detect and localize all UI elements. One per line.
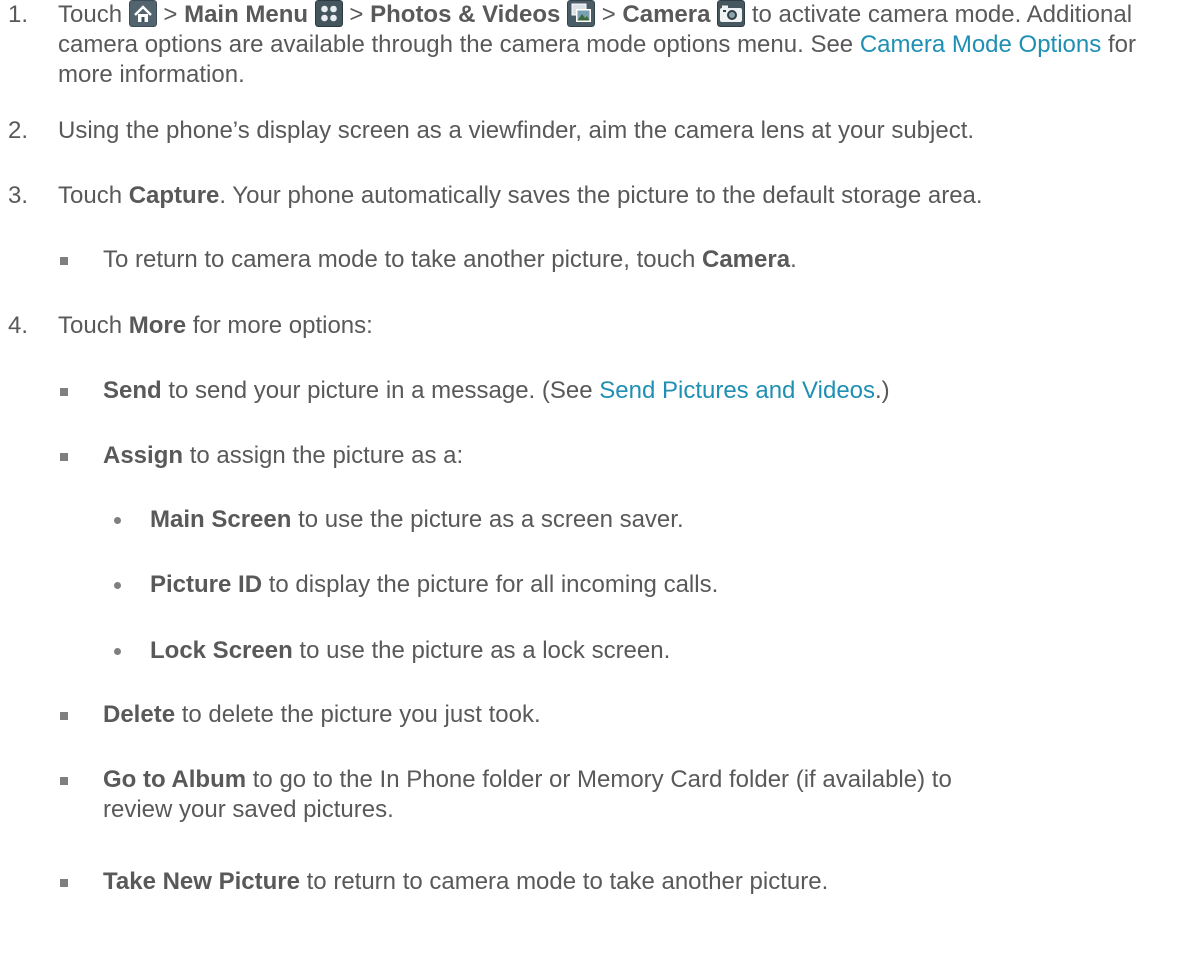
- step-text: Touch More for more options:: [58, 312, 373, 339]
- bullet-text: Main Screen to use the picture as a scre…: [150, 506, 684, 533]
- capture-label: Capture: [128, 182, 220, 209]
- step-text: Touch Capture. Your phone automatically …: [58, 182, 983, 209]
- step-number: 4.: [8, 312, 29, 339]
- main-menu-icon[interactable]: [314, 0, 343, 27]
- step-number: 2.: [8, 117, 29, 144]
- step-text: Using the phone’s display screen as a vi…: [58, 117, 975, 144]
- step-text: Touch > Main Menu > Photos & Videos > Ca…: [58, 0, 1136, 88]
- main-menu-label: Main Menu: [184, 1, 309, 28]
- camera-icon[interactable]: [717, 0, 746, 27]
- bullet-text: Go to Album to go to the In Phone folder…: [103, 766, 952, 823]
- home-icon[interactable]: [128, 0, 157, 27]
- more-label: More: [128, 312, 187, 339]
- bullet-dot: [114, 517, 121, 524]
- bullet-dot: [114, 582, 121, 589]
- camera-label: Camera: [622, 1, 711, 28]
- bullet-text: Picture ID to display the picture for al…: [150, 571, 719, 598]
- bullet-text: Assign to assign the picture as a:: [103, 442, 464, 469]
- bullet-text: To return to camera mode to take another…: [103, 246, 797, 273]
- bullet-square: [60, 777, 68, 785]
- camera-mode-options-link[interactable]: Camera Mode Options: [860, 31, 1101, 58]
- photos-videos-label: Photos & Videos: [370, 1, 561, 28]
- bullet-text: Lock Screen to use the picture as a lock…: [150, 637, 671, 664]
- bullet-square: [60, 879, 68, 887]
- photos-videos-icon[interactable]: [567, 0, 596, 27]
- bullet-dot: [114, 648, 121, 655]
- bullet-text: Send to send your picture in a message. …: [103, 377, 890, 404]
- bullet-text: Delete to delete the picture you just to…: [103, 701, 541, 728]
- step-number: 1.: [8, 1, 29, 28]
- bullet-square: [60, 257, 68, 265]
- step-number: 3.: [8, 182, 29, 209]
- instructions-page: 1. Touch > Main Menu > Photos & Videos >…: [0, 0, 1196, 954]
- bullet-square: [60, 712, 68, 720]
- bullet-text: Take New Picture to return to camera mod…: [103, 868, 829, 895]
- send-pictures-and-videos-link[interactable]: Send Pictures and Videos: [599, 377, 875, 404]
- bullet-square: [60, 388, 68, 396]
- bullet-square: [60, 453, 68, 461]
